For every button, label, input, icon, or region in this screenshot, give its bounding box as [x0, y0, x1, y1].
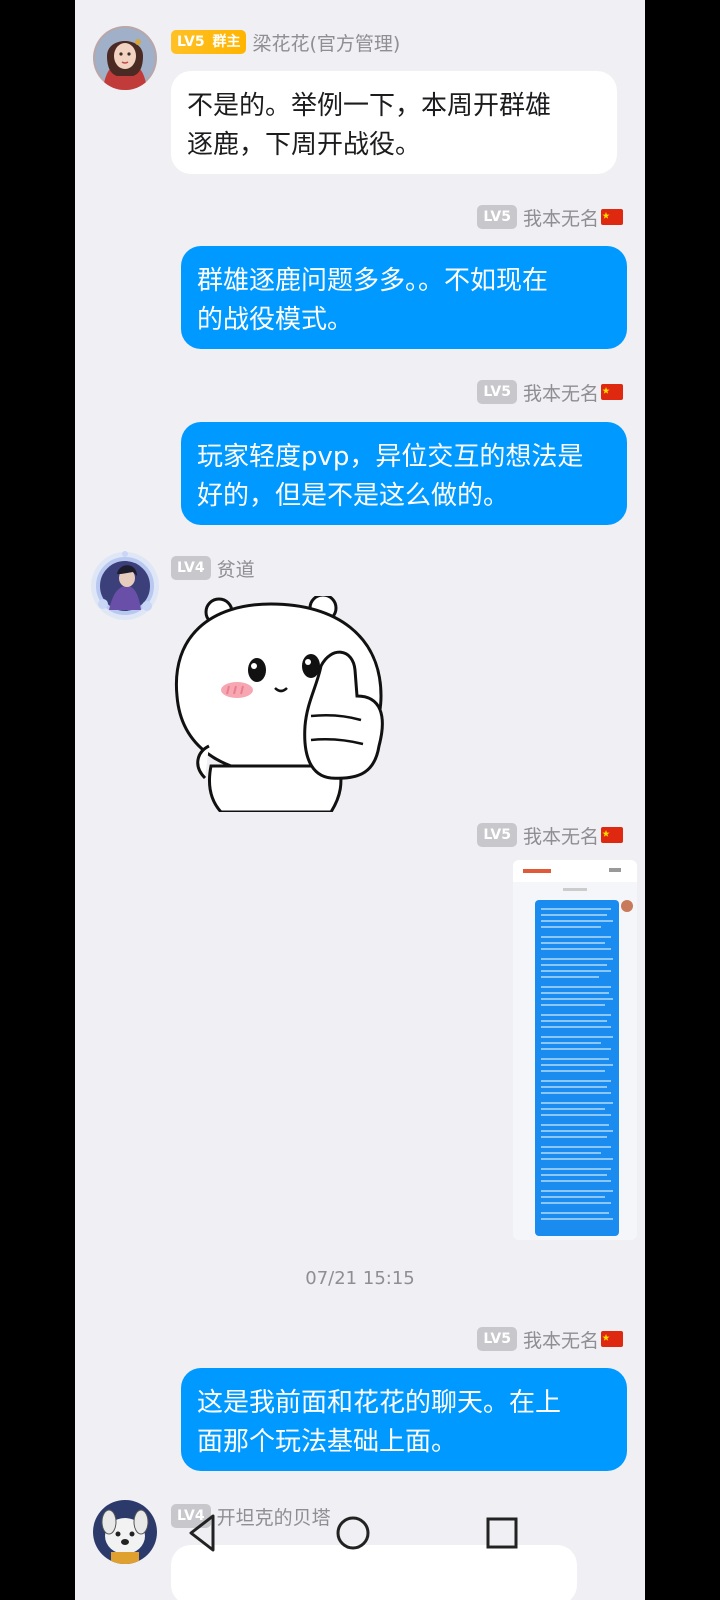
warrior-avatar-with-frame-icon: [91, 551, 159, 620]
thumbs-up-bear-sticker[interactable]: [171, 593, 401, 814]
sender-line: LV5 群主 梁花花(官方管理): [171, 29, 400, 55]
role-label: 群主: [212, 34, 241, 50]
level-badge: LV5: [477, 1327, 517, 1351]
chat-screenshot-thumbnail[interactable]: [513, 860, 637, 1240]
avatar[interactable]: [89, 550, 161, 622]
level-badge: LV5: [477, 205, 517, 229]
home-icon[interactable]: [328, 1508, 378, 1558]
level-badge: LV5: [477, 380, 517, 404]
recents-icon[interactable]: [477, 1508, 527, 1558]
china-flag-icon: [601, 384, 623, 400]
chat-screen: LV5 群主 梁花花(官方管理) 不是的。举例一下，本周开群雄 逐鹿，下周开战役…: [75, 0, 645, 1600]
sender-line: LV5 我本无名: [477, 204, 623, 230]
sender-line: LV4 贫道: [171, 555, 255, 581]
sender-name[interactable]: 我本无名: [523, 822, 599, 849]
china-flag-icon: [601, 1331, 623, 1347]
sender-name[interactable]: 我本无名: [523, 204, 599, 231]
china-flag-icon: [601, 209, 623, 225]
china-flag-icon: [601, 827, 623, 843]
message-bubble[interactable]: 群雄逐鹿问题多多。。不如现在 的战役模式。: [181, 246, 627, 349]
system-nav-bar: [75, 1508, 645, 1568]
level-label: LV5: [177, 34, 205, 50]
sender-line: LV5 我本无名: [477, 1326, 623, 1352]
sender-name[interactable]: 我本无名: [523, 1326, 599, 1353]
sender-name[interactable]: 我本无名: [523, 379, 599, 406]
chat-screenshot-image: [513, 860, 637, 1240]
back-icon[interactable]: [179, 1508, 229, 1558]
message-bubble[interactable]: 这是我前面和花花的聊天。在上 面那个玩法基础上面。: [181, 1368, 627, 1471]
sender-name[interactable]: 梁花花(官方管理): [252, 29, 400, 56]
sender-line: LV5 我本无名: [477, 379, 623, 405]
timestamp: 07/21 15:15: [305, 1268, 415, 1289]
level-badge: LV5: [477, 823, 517, 847]
thumbs-up-bear-icon: [171, 593, 401, 814]
sender-name[interactable]: 贫道: [217, 555, 255, 582]
sender-line: LV5 我本无名: [477, 822, 623, 848]
female-warrior-avatar-icon: [93, 26, 157, 90]
message-bubble[interactable]: 玩家轻度pvp，异位交互的想法是 好的，但是不是这么做的。: [181, 422, 627, 525]
level-badge: LV4: [171, 556, 211, 580]
message-bubble[interactable]: 不是的。举例一下，本周开群雄 逐鹿，下周开战役。: [171, 71, 617, 174]
avatar[interactable]: [93, 26, 157, 90]
level-badge: LV5 群主: [171, 30, 247, 54]
